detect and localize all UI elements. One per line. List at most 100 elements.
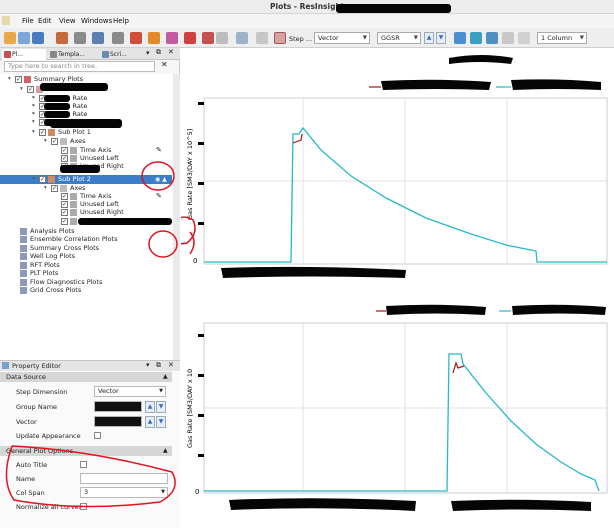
- redaction-mark: [386, 304, 486, 315]
- tree-checkbox[interactable]: ✓: [15, 76, 22, 83]
- axes-icon: [60, 138, 67, 145]
- column-select-value: 1 Column: [541, 34, 573, 42]
- close-icon[interactable]: ✕: [168, 48, 174, 56]
- menu-help[interactable]: Help: [113, 17, 129, 25]
- redaction-mark: [44, 111, 70, 118]
- step-up-button[interactable]: ▲: [424, 32, 434, 44]
- step-down-button[interactable]: ▼: [436, 32, 446, 44]
- summary-plot-icon[interactable]: [184, 32, 196, 44]
- case-icon[interactable]: [130, 32, 142, 44]
- history-curve: [452, 361, 465, 374]
- redaction-mark: [44, 95, 70, 102]
- redaction-mark: [221, 266, 406, 278]
- plot-icon[interactable]: [148, 32, 160, 44]
- chevron-down-icon: ▼: [362, 35, 367, 41]
- menu-file[interactable]: File: [22, 17, 34, 25]
- tree-item[interactable]: ▾ ✓ Axes: [0, 137, 172, 146]
- redaction-mark: [451, 499, 591, 511]
- chevron-down-icon[interactable]: ▾: [44, 137, 47, 146]
- ruler-icon[interactable]: [486, 32, 498, 44]
- tree-item-label: Axes: [70, 137, 86, 145]
- toolbar: Step ... Vector ▼ GGSR ▼ ▲ ▼ 1 Column ▼: [0, 28, 614, 48]
- menu-edit[interactable]: Edit: [38, 17, 52, 25]
- new-project-icon[interactable]: [4, 32, 16, 44]
- script-icon: [102, 51, 109, 58]
- vector-select[interactable]: Vector ▼: [314, 32, 370, 44]
- plot-canvas: 0 Gas Rate [SM3/DAY x 10^5] 0 Gas Rate […: [168, 55, 608, 511]
- plot-icon: [48, 129, 55, 136]
- import-icon[interactable]: [56, 32, 68, 44]
- copy-plot-icon[interactable]: [216, 32, 228, 44]
- tree-checkbox[interactable]: ✓: [39, 129, 46, 136]
- tree-search-input[interactable]: Type here to search in tree.: [4, 61, 155, 72]
- tree-checkbox[interactable]: ✓: [51, 138, 58, 145]
- template-icon: [50, 51, 57, 58]
- plot-icon: [4, 51, 11, 58]
- screenshot-icon[interactable]: [74, 32, 86, 44]
- column-select[interactable]: 1 Column ▼: [537, 32, 587, 44]
- menu-windows[interactable]: Windows: [81, 17, 112, 25]
- save-icon[interactable]: [32, 32, 44, 44]
- chevron-down-icon: ▼: [579, 35, 584, 41]
- redaction-mark: [198, 142, 204, 145]
- redaction-mark: [381, 79, 491, 90]
- redaction-mark: [512, 304, 606, 315]
- sub-plot-1[interactable]: 0 Gas Rate [SM3/DAY x 10^5]: [186, 97, 608, 278]
- grid-icon[interactable]: [112, 32, 124, 44]
- menu-view[interactable]: View: [59, 17, 76, 25]
- chevron-down-icon[interactable]: ▾: [20, 85, 23, 94]
- redaction-mark: [449, 55, 513, 64]
- annotation-circle: [5, 445, 176, 508]
- chevron-down-icon[interactable]: ▾: [8, 75, 11, 84]
- cross-plot-icon[interactable]: [166, 32, 178, 44]
- chevron-down-icon[interactable]: ▾: [32, 118, 35, 127]
- redaction-mark: [511, 79, 601, 90]
- redaction-mark: [44, 103, 70, 110]
- redaction-mark: [336, 4, 451, 13]
- redaction-mark: [50, 119, 122, 128]
- window-title: Plots - ResInsight: [270, 2, 345, 11]
- annotation-circle: [141, 161, 175, 191]
- sync-icon[interactable]: [470, 32, 482, 44]
- redaction-mark: [229, 498, 416, 511]
- export-icon[interactable]: [518, 32, 530, 44]
- tab-label: Pl...: [12, 51, 24, 58]
- copy-icon[interactable]: [92, 32, 104, 44]
- curve-icon[interactable]: [502, 32, 514, 44]
- tree-item-label: Sub Plot 1: [58, 128, 91, 136]
- tree-item[interactable]: ▾ ✓ Sub Plot 1: [0, 128, 172, 137]
- panel-tabs: Pl... Templa... Scri... ▾ ⧉ ✕: [0, 48, 180, 60]
- history-curve: [292, 133, 303, 144]
- gas-rate-curve: [204, 353, 600, 492]
- quantity-select-value: GGSR: [381, 34, 400, 42]
- float-icon[interactable]: ⧉: [156, 48, 161, 57]
- tab-scripts[interactable]: Scri...: [100, 49, 138, 60]
- sub-plot-2[interactable]: 0 Gas Rate [SM3/DAY x 10: [186, 322, 608, 511]
- pin-icon[interactable]: ▾: [146, 49, 150, 57]
- tab-label: Scri...: [110, 51, 127, 58]
- redaction-mark: [198, 102, 204, 105]
- clear-search-icon[interactable]: ✕: [161, 60, 168, 69]
- redaction-mark: [40, 83, 108, 91]
- chevron-down-icon: ▼: [413, 35, 418, 41]
- tab-label: Templa...: [58, 51, 86, 58]
- zoom-icon[interactable]: [236, 32, 248, 44]
- zoom-all-icon[interactable]: [256, 32, 268, 44]
- tab-templates[interactable]: Templa...: [48, 49, 98, 60]
- quantity-select[interactable]: GGSR ▼: [377, 32, 421, 44]
- search-placeholder: Type here to search in tree.: [8, 62, 98, 70]
- chevron-down-icon[interactable]: ▾: [32, 128, 35, 137]
- annotation-mark: [189, 231, 195, 255]
- vector-select-value: Vector: [318, 34, 339, 42]
- menu-bar: File Edit View Windows Help: [0, 14, 614, 28]
- window-title-bar: Plots - ResInsight: [0, 0, 614, 14]
- app-icon: [2, 16, 10, 25]
- open-folder-icon[interactable]: [18, 32, 30, 44]
- tab-plots[interactable]: Pl...: [2, 49, 46, 60]
- tree-checkbox[interactable]: ✓: [27, 86, 34, 93]
- step-label: Step ...: [289, 35, 313, 43]
- link-icon[interactable]: [454, 32, 466, 44]
- well-plot-icon[interactable]: [202, 32, 214, 44]
- step-icon[interactable]: [274, 32, 286, 44]
- annotation-layer: [5, 161, 195, 508]
